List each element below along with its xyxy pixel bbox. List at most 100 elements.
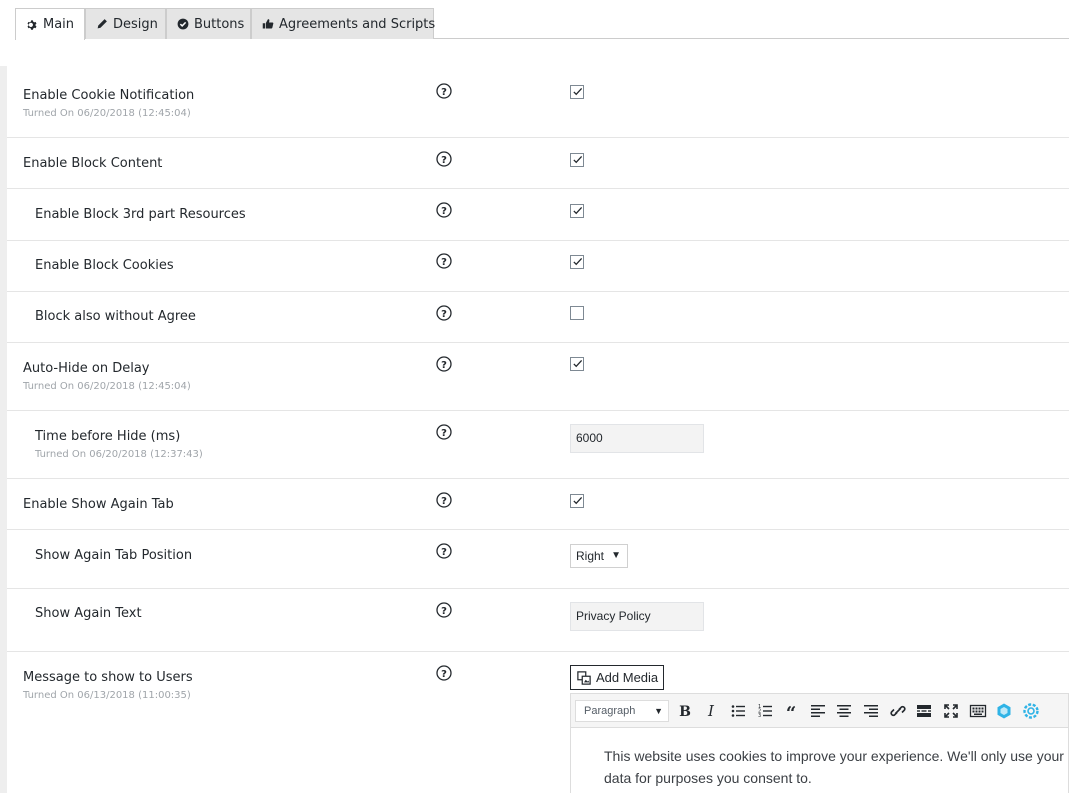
setting-label: Time before Hide (ms) bbox=[35, 429, 181, 444]
help-icon[interactable]: ? bbox=[436, 665, 452, 681]
bold-icon[interactable]: B bbox=[676, 702, 694, 720]
setting-status: Turned On 06/20/2018 (12:45:04) bbox=[23, 381, 191, 392]
blockquote-icon[interactable]: “ bbox=[782, 702, 800, 720]
svg-text:?: ? bbox=[441, 206, 447, 217]
setting-label: Enable Cookie Notification bbox=[23, 88, 195, 103]
setting-label: Enable Show Again Tab bbox=[23, 497, 174, 512]
editor-content[interactable]: This website uses cookies to improve you… bbox=[604, 745, 1066, 789]
setting-row-cookie-notification: Enable Cookie Notification Turned On 06/… bbox=[7, 66, 1069, 138]
setting-label: Show Again Text bbox=[35, 606, 142, 621]
setting-row-show-again-tab: Enable Show Again Tab bbox=[7, 479, 1069, 530]
bullet-list-icon[interactable] bbox=[729, 702, 747, 720]
svg-text:?: ? bbox=[441, 606, 447, 617]
svg-text:?: ? bbox=[441, 155, 447, 166]
enable-block-cookies-checkbox[interactable] bbox=[570, 255, 584, 269]
toolbar-toggle-icon[interactable] bbox=[969, 702, 987, 720]
chevron-down-icon: ▼ bbox=[611, 550, 621, 561]
add-media-button[interactable]: Add Media bbox=[570, 665, 664, 690]
tab-position-select[interactable]: Right ▼ bbox=[570, 544, 628, 568]
setting-status: Turned On 06/20/2018 (12:37:43) bbox=[35, 449, 203, 460]
setting-label: Block also without Agree bbox=[35, 309, 196, 324]
svg-text:?: ? bbox=[441, 669, 447, 680]
svg-text:B: B bbox=[679, 704, 691, 720]
tab-design[interactable]: Design bbox=[85, 8, 166, 39]
format-select-value: Paragraph bbox=[584, 705, 636, 717]
setting-row-show-again-text: Show Again Text bbox=[7, 589, 1069, 652]
tab-buttons-label: Buttons bbox=[194, 16, 245, 32]
svg-text:?: ? bbox=[441, 360, 447, 371]
plugin-icon-1[interactable] bbox=[995, 702, 1013, 720]
svg-text:?: ? bbox=[441, 309, 447, 320]
enable-show-again-tab-checkbox[interactable] bbox=[570, 494, 584, 508]
tab-agreements-label: Agreements and Scripts bbox=[279, 16, 436, 32]
svg-text:?: ? bbox=[441, 547, 447, 558]
align-right-icon[interactable] bbox=[862, 702, 880, 720]
check-circle-icon bbox=[177, 18, 189, 30]
time-before-hide-input[interactable]: 6000 bbox=[570, 424, 704, 453]
setting-row-block-cookies: Enable Block Cookies bbox=[7, 241, 1069, 292]
help-icon[interactable]: ? bbox=[436, 151, 452, 167]
read-more-icon[interactable] bbox=[915, 702, 933, 720]
setting-label: Enable Block Cookies bbox=[35, 258, 174, 273]
enable-block-content-checkbox[interactable] bbox=[570, 153, 584, 167]
message-editor[interactable]: This website uses cookies to improve you… bbox=[570, 727, 1069, 793]
svg-text:?: ? bbox=[441, 87, 447, 98]
setting-status: Turned On 06/20/2018 (12:45:04) bbox=[23, 108, 191, 119]
align-center-icon[interactable] bbox=[835, 702, 853, 720]
enable-cookie-notification-checkbox[interactable] bbox=[570, 85, 584, 99]
svg-text:?: ? bbox=[441, 257, 447, 268]
svg-text:I: I bbox=[707, 702, 715, 720]
tab-design-label: Design bbox=[113, 16, 158, 32]
gear-icon bbox=[26, 19, 38, 31]
svg-text:?: ? bbox=[441, 428, 447, 439]
tab-buttons[interactable]: Buttons bbox=[166, 8, 251, 39]
editor-toolbar: Paragraph ▼ B I 123 “ bbox=[570, 693, 1069, 727]
setting-label: Auto-Hide on Delay bbox=[23, 361, 150, 376]
help-icon[interactable]: ? bbox=[436, 83, 452, 99]
settings-tabbar: Main Design Buttons Agreements and Scrip… bbox=[0, 0, 1069, 40]
setting-row-auto-hide: Auto-Hide on Delay Turned On 06/20/2018 … bbox=[7, 343, 1069, 411]
setting-label: Enable Block Content bbox=[23, 156, 163, 171]
tab-position-value: Right bbox=[576, 549, 605, 563]
help-icon[interactable]: ? bbox=[436, 202, 452, 218]
help-icon[interactable]: ? bbox=[436, 253, 452, 269]
help-icon[interactable]: ? bbox=[436, 602, 452, 618]
setting-row-block-content: Enable Block Content bbox=[7, 138, 1069, 189]
auto-hide-checkbox[interactable] bbox=[570, 357, 584, 371]
enable-block-3rd-party-checkbox[interactable] bbox=[570, 204, 584, 218]
tab-main-label: Main bbox=[43, 17, 75, 32]
setting-label: Enable Block 3rd part Resources bbox=[35, 207, 246, 222]
format-select[interactable]: Paragraph ▼ bbox=[575, 700, 669, 722]
help-icon[interactable]: ? bbox=[436, 492, 452, 508]
thumbs-up-icon bbox=[262, 18, 274, 30]
setting-row-tab-position: Show Again Tab Position bbox=[7, 530, 1069, 589]
link-icon[interactable] bbox=[889, 702, 907, 720]
setting-status-message: Turned On 06/13/2018 (11:00:35) bbox=[23, 690, 191, 701]
show-again-text-input[interactable]: Privacy Policy bbox=[570, 602, 704, 631]
svg-text:3: 3 bbox=[758, 713, 761, 719]
media-icon bbox=[577, 670, 591, 685]
setting-row-block-3rd-party: Enable Block 3rd part Resources bbox=[7, 189, 1069, 241]
help-icon[interactable]: ? bbox=[436, 543, 452, 559]
left-border-strip bbox=[0, 66, 7, 793]
help-icon[interactable]: ? bbox=[436, 356, 452, 372]
fullscreen-icon[interactable] bbox=[942, 702, 960, 720]
tab-agreements-and-scripts[interactable]: Agreements and Scripts bbox=[251, 8, 436, 39]
setting-row-block-without-agree: Block also without Agree bbox=[7, 292, 1069, 343]
help-icon[interactable]: ? bbox=[436, 424, 452, 440]
svg-text:“: “ bbox=[786, 703, 796, 720]
plugin-icon-2[interactable] bbox=[1022, 702, 1040, 720]
pencil-icon bbox=[96, 18, 108, 30]
chevron-down-icon: ▼ bbox=[654, 706, 663, 716]
align-left-icon[interactable] bbox=[809, 702, 827, 720]
block-without-agree-checkbox[interactable] bbox=[570, 306, 584, 320]
numbered-list-icon[interactable]: 123 bbox=[756, 702, 774, 720]
svg-text:?: ? bbox=[441, 496, 447, 507]
tab-main[interactable]: Main bbox=[15, 8, 85, 40]
add-media-label: Add Media bbox=[596, 670, 659, 685]
help-icon[interactable]: ? bbox=[436, 305, 452, 321]
italic-icon[interactable]: I bbox=[702, 702, 720, 720]
setting-label: Show Again Tab Position bbox=[35, 548, 193, 563]
setting-row-time-before-hide: Time before Hide (ms) Turned On 06/20/20… bbox=[7, 411, 1069, 479]
setting-label-message: Message to show to Users bbox=[23, 670, 193, 685]
